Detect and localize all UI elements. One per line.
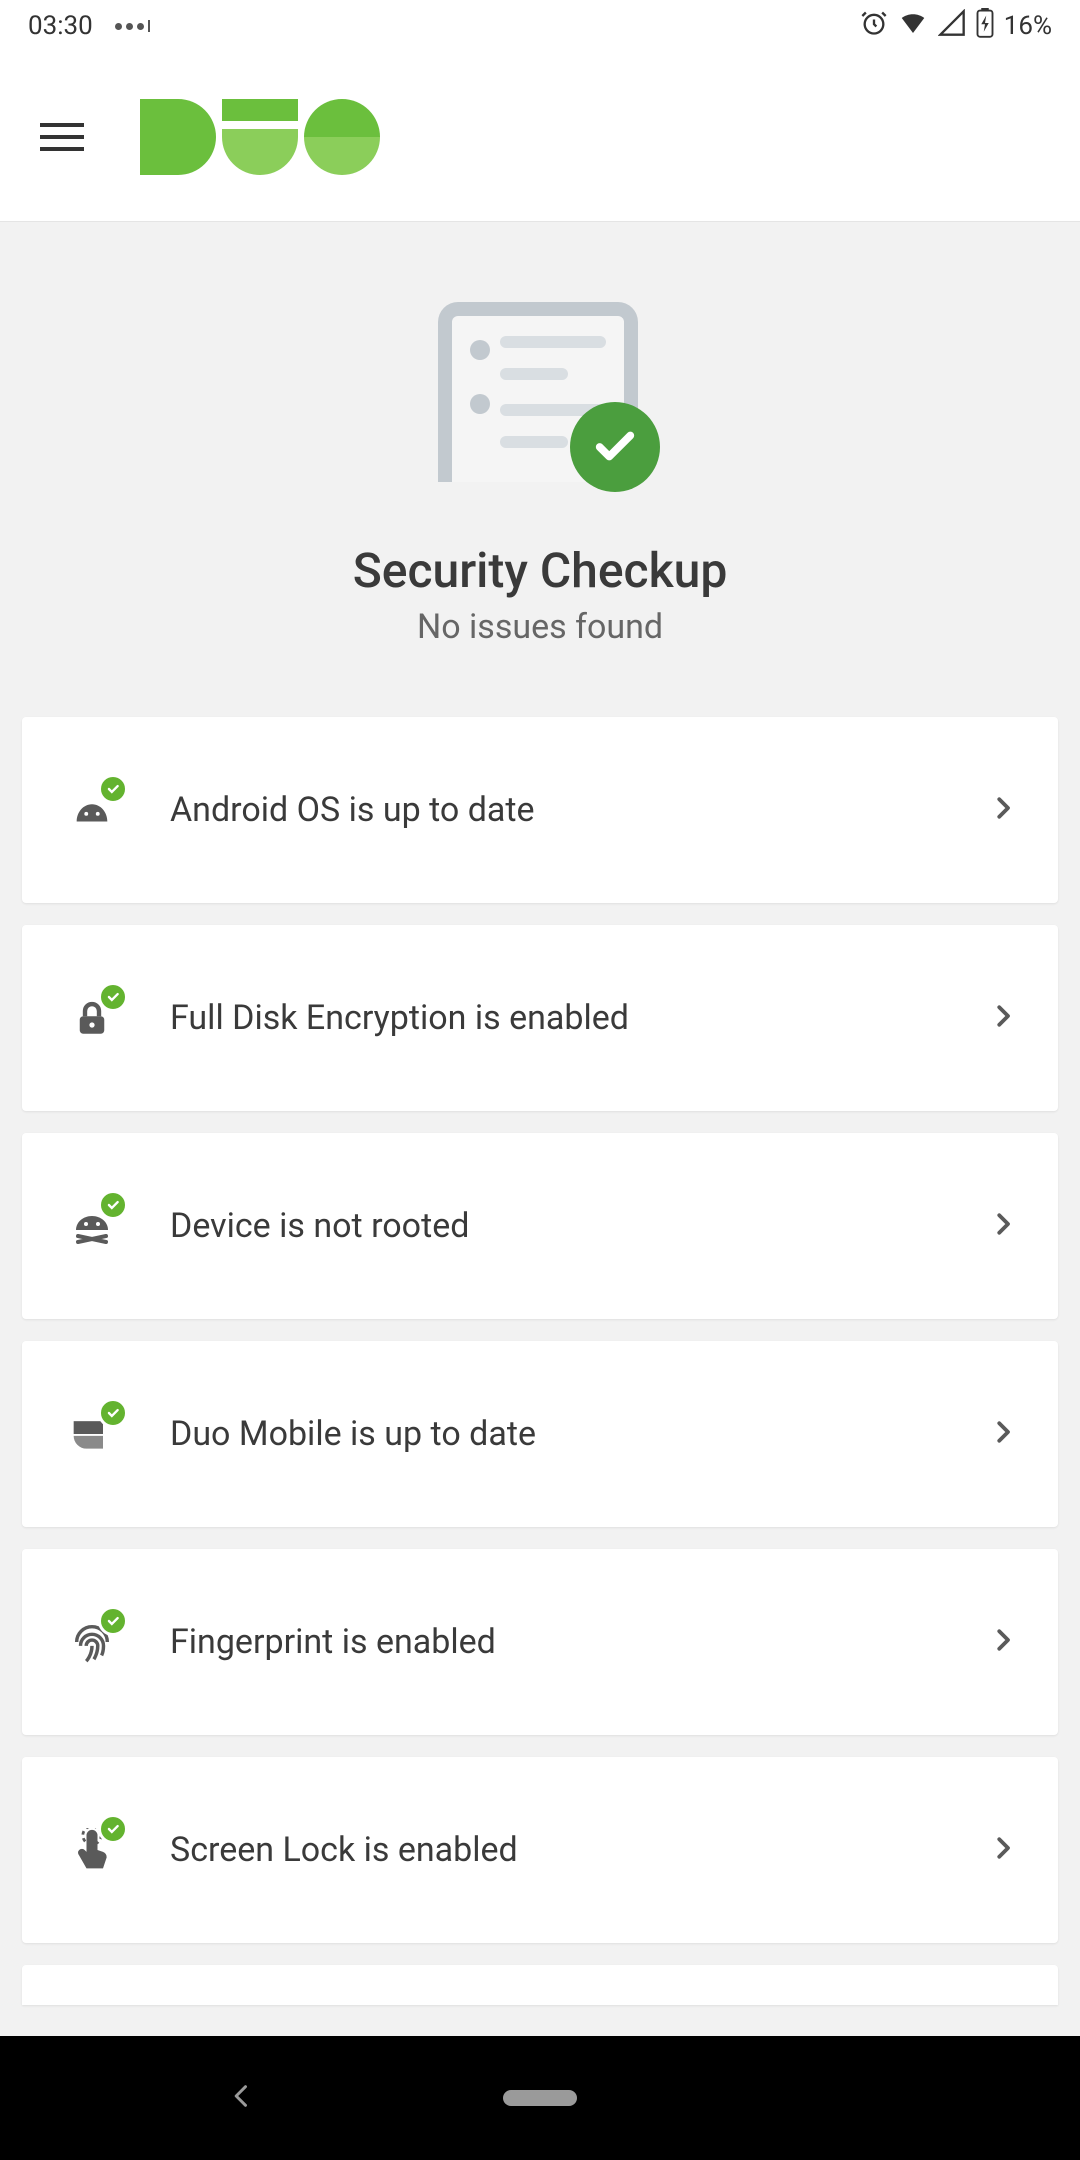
hero-section: Security Checkup No issues found [0, 222, 1080, 717]
duo-logo-icon [140, 99, 380, 175]
check-item-label: Screen Lock is enabled [170, 1830, 940, 1870]
check-item-android-os[interactable]: Android OS is up to date [22, 717, 1058, 903]
check-item-disk-encryption[interactable]: Full Disk Encryption is enabled [22, 925, 1058, 1111]
home-gesture-pill[interactable] [503, 2090, 577, 2106]
chevron-right-icon [988, 1001, 1018, 1035]
status-time: 03:30 [28, 11, 93, 41]
lock-icon [62, 988, 122, 1048]
back-button[interactable] [228, 2082, 256, 2114]
status-bar: 03:30 16% [0, 0, 1080, 52]
check-item-label: Android OS is up to date [170, 790, 940, 830]
checks-list: Android OS is up to date Full Disk Encry… [0, 717, 1080, 1943]
check-item-label: Fingerprint is enabled [170, 1622, 940, 1662]
chevron-right-icon [988, 1417, 1018, 1451]
check-item-partial[interactable] [22, 1965, 1058, 2005]
page-title: Security Checkup [0, 542, 1080, 599]
battery-charging-icon [976, 8, 994, 45]
notification-indicator-icon [115, 20, 150, 32]
check-item-not-rooted[interactable]: Device is not rooted [22, 1133, 1058, 1319]
check-badge-icon [570, 402, 660, 492]
wifi-icon [898, 8, 928, 45]
touch-icon [62, 1820, 122, 1880]
android-icon [62, 780, 122, 840]
chevron-right-icon [988, 1209, 1018, 1243]
cell-signal-icon [938, 9, 966, 44]
root-icon [62, 1196, 122, 1256]
page-subtitle: No issues found [0, 607, 1080, 647]
check-item-screen-lock[interactable]: Screen Lock is enabled [22, 1757, 1058, 1943]
duo-icon [62, 1404, 122, 1464]
battery-percentage: 16% [1004, 11, 1052, 41]
system-nav-bar [0, 2036, 1080, 2160]
app-bar [0, 52, 1080, 222]
check-item-label: Device is not rooted [170, 1206, 940, 1246]
check-item-label: Full Disk Encryption is enabled [170, 998, 940, 1038]
check-item-duo-mobile[interactable]: Duo Mobile is up to date [22, 1341, 1058, 1527]
fingerprint-icon [62, 1612, 122, 1672]
chevron-right-icon [988, 1625, 1018, 1659]
chevron-right-icon [988, 1833, 1018, 1867]
menu-button[interactable] [40, 123, 84, 151]
check-item-label: Duo Mobile is up to date [170, 1414, 940, 1454]
checklist-illustration-icon [410, 302, 670, 502]
alarm-icon [860, 9, 888, 44]
check-item-fingerprint[interactable]: Fingerprint is enabled [22, 1549, 1058, 1735]
chevron-right-icon [988, 793, 1018, 827]
